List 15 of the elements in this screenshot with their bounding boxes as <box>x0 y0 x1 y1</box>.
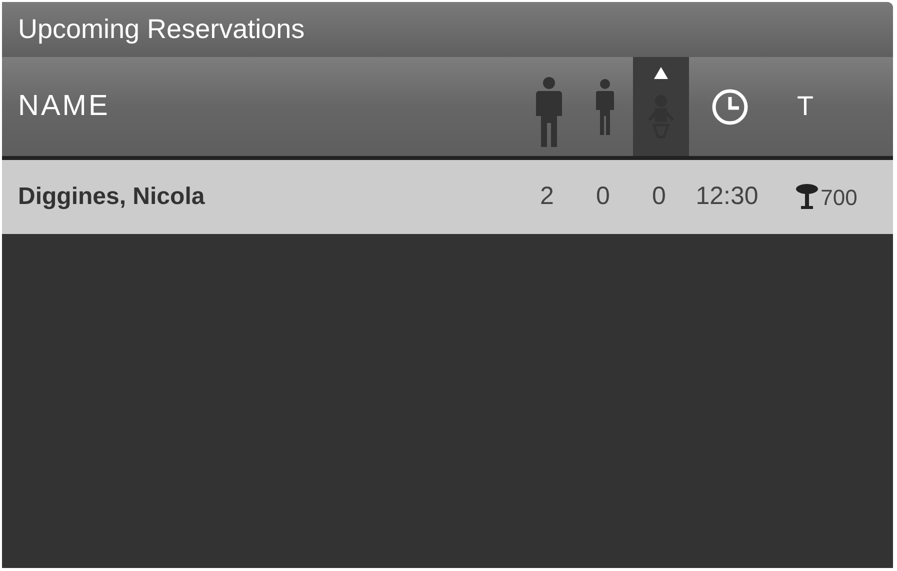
sort-arrow-icon <box>654 67 668 79</box>
column-header[interactable]: T <box>797 93 814 120</box>
child-icon <box>594 78 616 134</box>
table-icon <box>794 184 819 210</box>
guest-name: Diggines, Nicola <box>17 182 206 212</box>
clock-icon <box>711 88 749 126</box>
panel-title: Upcoming Reservations <box>18 16 305 43</box>
reservation-row[interactable]: Diggines, Nicola 2 0 0 12:30 700 <box>2 160 893 234</box>
table-number: 700 <box>820 184 858 212</box>
count-cell-text: 2 <box>539 181 555 212</box>
count-cell-text: 0 <box>595 181 611 212</box>
column-header[interactable]: NAME <box>18 92 110 121</box>
adult-icon <box>534 76 564 146</box>
count-cell-text: 0 <box>651 181 667 212</box>
time-cell-text: 12:30 <box>694 181 760 212</box>
